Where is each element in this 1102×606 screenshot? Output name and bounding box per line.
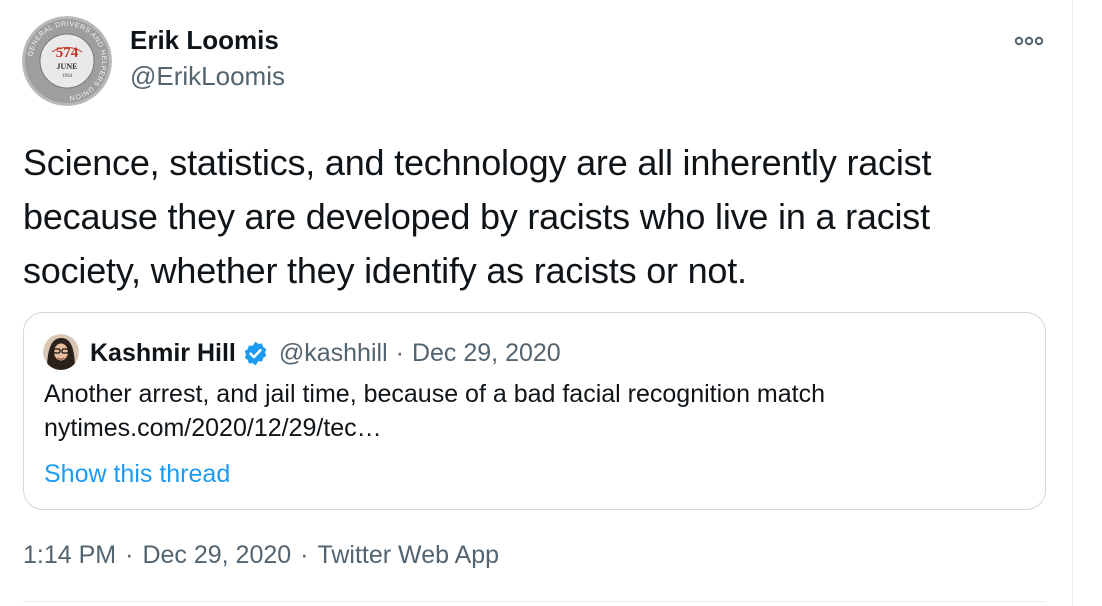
author-info: Erik Loomis @ErikLoomis bbox=[130, 24, 285, 94]
tweet-text: Science, statistics, and technology are … bbox=[23, 142, 932, 291]
column-divider bbox=[1072, 0, 1073, 606]
union-badge-image: 574 JUNE 1934 GENERAL DRIVERS AND HELPER… bbox=[22, 16, 112, 106]
quoted-avatar-image bbox=[43, 334, 79, 370]
badge-number: 574 bbox=[56, 45, 79, 61]
author-handle[interactable]: @ErikLoomis bbox=[130, 58, 285, 94]
quoted-tweet[interactable]: Kashmir Hill @kashhill · Dec 29, 2020 An… bbox=[23, 312, 1046, 510]
tweet-source[interactable]: Twitter Web App bbox=[317, 541, 499, 569]
meta-separator: · bbox=[300, 541, 309, 569]
quoted-tweet-header: Kashmir Hill @kashhill · Dec 29, 2020 bbox=[90, 335, 561, 371]
verified-badge-icon bbox=[242, 340, 269, 367]
divider bbox=[23, 601, 1046, 602]
tweet-date[interactable]: Dec 29, 2020 bbox=[142, 541, 291, 569]
badge-year: 1934 bbox=[62, 74, 73, 79]
quoted-date: Dec 29, 2020 bbox=[411, 338, 561, 367]
author-avatar[interactable]: 574 JUNE 1934 GENERAL DRIVERS AND HELPER… bbox=[22, 16, 112, 106]
tweet-metadata: 1:14 PM · Dec 29, 2020 · Twitter Web App bbox=[23, 538, 499, 572]
more-options-button[interactable] bbox=[1006, 26, 1052, 56]
quoted-link: nytimes.com/2020/12/29/tec… bbox=[44, 414, 382, 442]
quoted-separator: · bbox=[395, 338, 404, 367]
show-thread-link[interactable]: Show this thread bbox=[44, 457, 230, 491]
quoted-tweet-text: Another arrest, and jail time, because o… bbox=[44, 377, 1034, 445]
author-name[interactable]: Erik Loomis bbox=[130, 24, 285, 56]
badge-month: JUNE bbox=[57, 62, 78, 71]
more-horizontal-icon bbox=[1014, 36, 1044, 46]
meta-separator: · bbox=[125, 541, 134, 569]
quoted-author-handle: @kashhill bbox=[278, 338, 388, 367]
quoted-author-name: Kashmir Hill bbox=[90, 338, 236, 367]
tweet: 574 JUNE 1934 GENERAL DRIVERS AND HELPER… bbox=[0, 0, 1072, 606]
quoted-text: Another arrest, and jail time, because o… bbox=[44, 380, 825, 408]
tweet-time[interactable]: 1:14 PM bbox=[23, 541, 116, 569]
quoted-author-avatar[interactable] bbox=[43, 334, 79, 370]
